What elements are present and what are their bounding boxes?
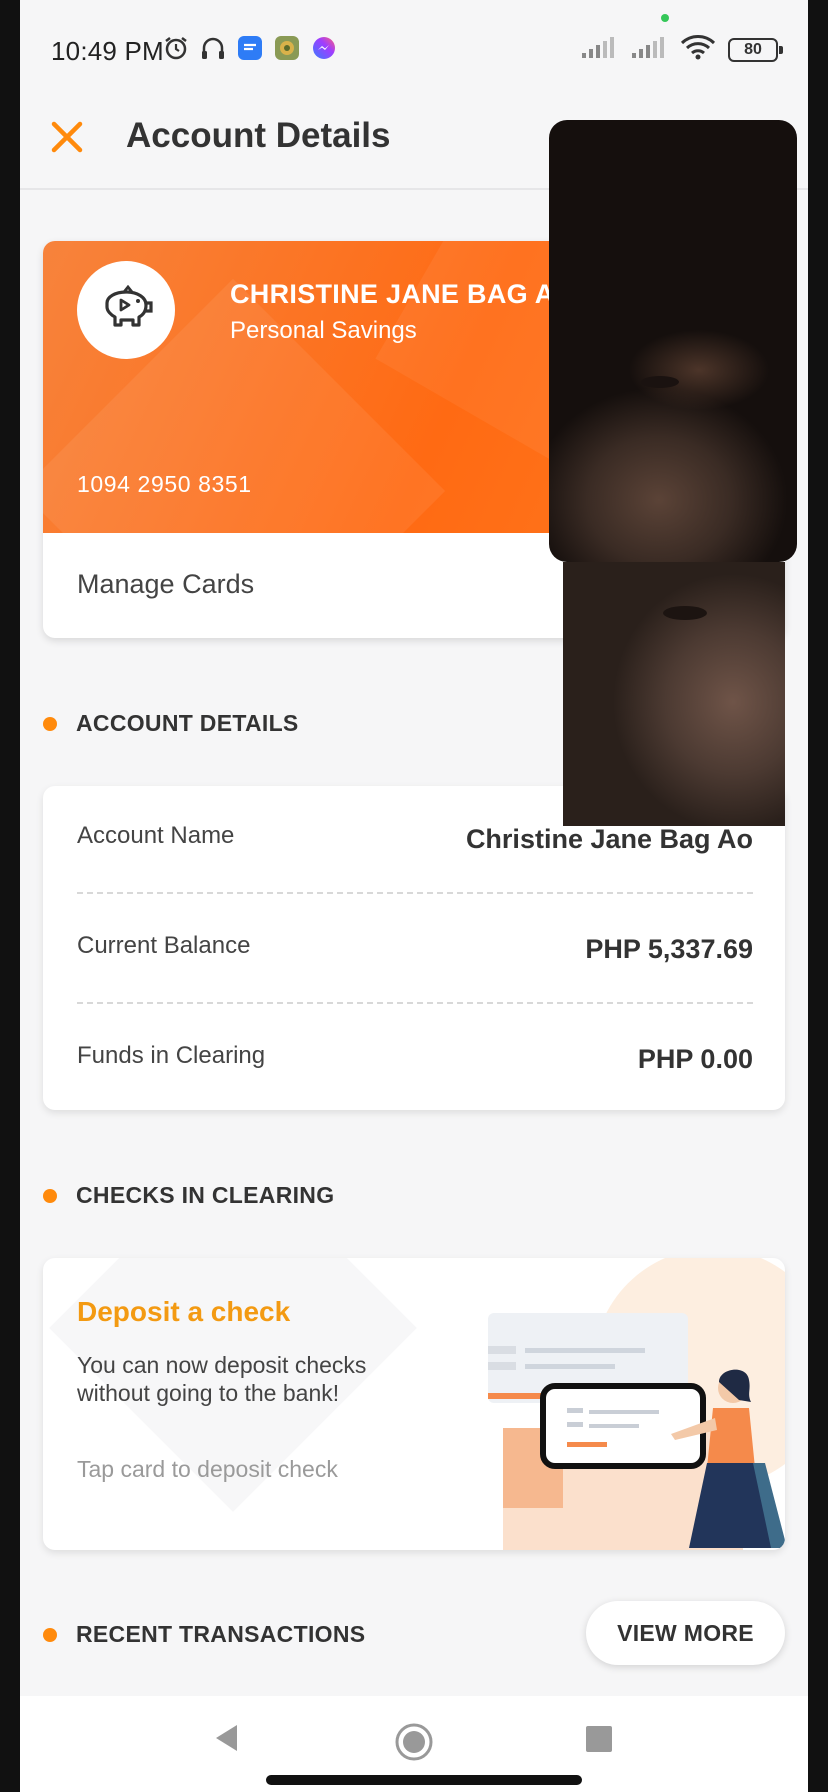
signal-icon-2 [630, 35, 668, 64]
account-type: Personal Savings [230, 317, 417, 344]
detail-label: Funds in Clearing [77, 1042, 266, 1069]
page-title: Account Details [126, 116, 391, 155]
game-app-icon [273, 34, 301, 62]
back-icon[interactable] [213, 1723, 239, 1753]
divider [77, 1002, 753, 1004]
video-eye-shape [663, 606, 707, 620]
account-holder-name: CHRISTINE JANE BAG AO [230, 279, 576, 309]
divider [77, 892, 753, 894]
detail-value: PHP 0.00 [637, 1044, 753, 1074]
detail-value: PHP 5,337.69 [585, 934, 753, 964]
manage-cards-label: Manage Cards [77, 569, 255, 599]
section-bullet [43, 1627, 57, 1642]
detail-row-current-balance: Current Balance PHP 5,337.69 [77, 896, 753, 996]
view-more-button[interactable]: VIEW MORE [586, 1601, 785, 1665]
headphones-icon [199, 34, 227, 62]
deposit-check-card[interactable]: Deposit a check You can now deposit chec… [43, 1258, 785, 1550]
section-bullet [43, 1188, 57, 1203]
account-details-card: Account Name Christine Jane Bag Ao Curre… [43, 786, 785, 1110]
deposit-check-title: Deposit a check [77, 1296, 291, 1327]
video-call-self-view[interactable] [563, 562, 785, 826]
piggy-bank-icon [105, 285, 153, 327]
section-title: ACCOUNT DETAILS [76, 710, 299, 736]
detail-label: Account Name [77, 822, 235, 849]
signal-icon [580, 35, 618, 64]
messages-app-icon [236, 34, 264, 62]
video-call-window[interactable] [549, 120, 797, 562]
wifi-icon [680, 34, 716, 65]
savings-avatar [77, 261, 175, 359]
recent-transactions-section-header: RECENT TRANSACTIONS [43, 1621, 365, 1648]
section-title: CHECKS IN CLEARING [76, 1182, 335, 1208]
alarm-icon [162, 34, 190, 62]
recent-apps-icon[interactable] [586, 1726, 612, 1752]
battery-indicator: 80 [728, 37, 783, 62]
section-bullet [43, 716, 57, 731]
messenger-icon [310, 34, 338, 62]
app-screen: 10:49 PM 80 Account Details CHRISTINE JA… [20, 0, 808, 1792]
system-icons: 80 [580, 34, 783, 65]
status-bar: 10:49 PM 80 [20, 0, 808, 100]
video-eye-shape [641, 376, 679, 388]
notification-icons [162, 34, 338, 62]
camera-in-use-dot [661, 14, 669, 22]
deposit-check-illustration [488, 1258, 785, 1550]
close-button[interactable] [44, 114, 90, 160]
close-icon [51, 121, 83, 153]
account-number: 1094 2950 8351 [77, 471, 252, 497]
deposit-check-description: You can now deposit checks without going… [77, 1352, 367, 1406]
account-details-section-header: ACCOUNT DETAILS [43, 710, 299, 737]
checks-section-header: CHECKS IN CLEARING [43, 1182, 334, 1209]
home-icon[interactable] [394, 1722, 434, 1762]
detail-value: Christine Jane Bag Ao [465, 824, 753, 854]
section-title: RECENT TRANSACTIONS [76, 1621, 366, 1647]
detail-label: Current Balance [77, 932, 251, 959]
status-time: 10:49 PM [51, 36, 164, 66]
gesture-home-indicator[interactable] [266, 1775, 582, 1785]
deposit-check-hint: Tap card to deposit check [77, 1456, 338, 1482]
detail-row-funds-in-clearing: Funds in Clearing PHP 0.00 [77, 1006, 753, 1106]
